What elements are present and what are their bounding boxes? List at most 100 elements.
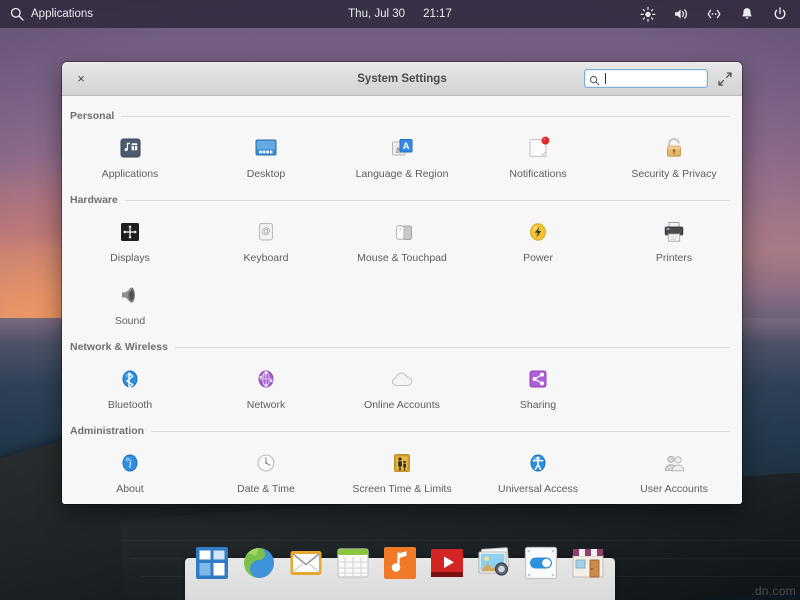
section-divider <box>151 431 730 432</box>
settings-tile-sharing[interactable]: Sharing <box>470 356 606 417</box>
tile-label: Date & Time <box>237 483 295 495</box>
volume-icon[interactable] <box>673 6 689 22</box>
tile-label: Displays <box>110 252 150 264</box>
section-personal: Personal <box>62 104 742 188</box>
settings-tile-power[interactable]: Power <box>470 209 606 270</box>
top-panel: Applications Thu, Jul 30 21:17 <box>0 0 800 28</box>
language-region-icon: あ A <box>387 133 417 163</box>
tile-label: Universal Access <box>498 483 578 495</box>
section-administration: Administration i About <box>62 419 742 503</box>
music-icon[interactable] <box>381 544 419 582</box>
section-header: Personal <box>62 104 742 123</box>
window-titlebar[interactable]: × System Settings <box>62 62 742 96</box>
dock <box>185 558 615 600</box>
section-title: Personal <box>70 110 114 122</box>
settings-tile-printers[interactable]: Printers <box>606 209 742 270</box>
settings-tile-network[interactable]: Network <box>198 356 334 417</box>
tile-label: Network <box>247 399 286 411</box>
section-divider <box>175 347 730 348</box>
grid-spacer <box>606 356 742 417</box>
photos-icon[interactable] <box>475 544 513 582</box>
search-icon[interactable] <box>9 6 25 22</box>
search-icon <box>589 73 600 84</box>
svg-text:A: A <box>403 141 410 152</box>
settings-tile-universal-access[interactable]: Universal Access <box>470 440 606 501</box>
app-store-icon[interactable] <box>569 544 607 582</box>
close-button[interactable]: × <box>73 71 89 87</box>
settings-tile-desktop[interactable]: Desktop <box>198 125 334 186</box>
section-header: Hardware <box>62 188 742 207</box>
section-divider <box>125 200 730 201</box>
panel-date[interactable]: Thu, Jul 30 <box>348 8 405 20</box>
section-divider <box>121 116 730 117</box>
bluetooth-icon <box>115 364 145 394</box>
settings-panes-container: Personal <box>62 96 742 504</box>
svg-text:@: @ <box>261 226 270 236</box>
tile-label: Desktop <box>247 168 286 180</box>
settings-tile-applications[interactable]: Applications <box>62 125 198 186</box>
system-settings-window: × System Settings <box>62 62 742 504</box>
printers-icon <box>659 217 689 247</box>
notifications-bell-icon[interactable] <box>739 6 755 22</box>
network-icon[interactable] <box>706 6 722 22</box>
calendar-icon[interactable] <box>334 544 372 582</box>
about-icon: i <box>115 448 145 478</box>
section-network-wireless: Network & Wireless Bluetooth <box>62 335 742 419</box>
settings-tile-notifications[interactable]: Notifications <box>470 125 606 186</box>
tile-label: Applications <box>102 168 159 180</box>
brightness-icon[interactable] <box>640 6 656 22</box>
keyboard-icon: @ <box>251 217 281 247</box>
tile-label: Online Accounts <box>364 399 440 411</box>
tile-label: About <box>116 483 143 495</box>
section-title: Hardware <box>70 194 118 206</box>
tile-label: Sharing <box>520 399 556 411</box>
video-icon[interactable] <box>428 544 466 582</box>
sound-icon <box>115 280 145 310</box>
power-icon[interactable] <box>772 6 788 22</box>
tile-label: Language & Region <box>356 168 449 180</box>
tile-label: Screen Time & Limits <box>352 483 451 495</box>
settings-search-field[interactable] <box>584 69 708 88</box>
sharing-icon <box>523 364 553 394</box>
panel-time[interactable]: 21:17 <box>423 8 452 20</box>
settings-tile-about[interactable]: i About <box>62 440 198 501</box>
settings-tile-security-privacy[interactable]: Security & Privacy <box>606 125 742 186</box>
settings-tile-keyboard[interactable]: @ Keyboard <box>198 209 334 270</box>
settings-tile-bluetooth[interactable]: Bluetooth <box>62 356 198 417</box>
settings-tile-screen-time-limits[interactable]: Screen Time & Limits <box>334 440 470 501</box>
tile-label: Mouse & Touchpad <box>357 252 447 264</box>
section-header: Network & Wireless <box>62 335 742 354</box>
applications-menu-label[interactable]: Applications <box>31 8 93 20</box>
section-grid: Bluetooth <box>62 356 742 417</box>
section-grid: Applications <box>62 125 742 186</box>
screen-time-limits-icon <box>387 448 417 478</box>
maximize-icon[interactable] <box>718 72 732 86</box>
universal-access-icon <box>523 448 553 478</box>
tile-label: User Accounts <box>640 483 708 495</box>
settings-tile-language-region[interactable]: あ A Language & Region <box>334 125 470 186</box>
settings-tile-user-accounts[interactable]: User Accounts <box>606 440 742 501</box>
settings-tile-displays[interactable]: Displays <box>62 209 198 270</box>
date-time-icon <box>251 448 281 478</box>
search-input[interactable] <box>606 73 703 85</box>
section-header: Administration <box>62 419 742 438</box>
tile-label: Bluetooth <box>108 399 152 411</box>
files-icon[interactable] <box>193 544 231 582</box>
system-settings-icon[interactable] <box>522 544 560 582</box>
applications-icon <box>115 133 145 163</box>
settings-tile-mouse-touchpad[interactable]: Mouse & Touchpad <box>334 209 470 270</box>
settings-tile-sound[interactable]: Sound <box>62 272 198 333</box>
web-browser-icon[interactable] <box>240 544 278 582</box>
tile-label: Keyboard <box>244 252 289 264</box>
power-settings-icon <box>523 217 553 247</box>
notifications-icon <box>523 133 553 163</box>
displays-icon <box>115 217 145 247</box>
tile-label: Power <box>523 252 553 264</box>
network-settings-icon <box>251 364 281 394</box>
section-hardware: Hardware <box>62 188 742 335</box>
settings-tile-online-accounts[interactable]: Online Accounts <box>334 356 470 417</box>
tile-label: Printers <box>656 252 692 264</box>
section-grid: i About <box>62 440 742 501</box>
settings-tile-date-time[interactable]: Date & Time <box>198 440 334 501</box>
mail-icon[interactable] <box>287 544 325 582</box>
